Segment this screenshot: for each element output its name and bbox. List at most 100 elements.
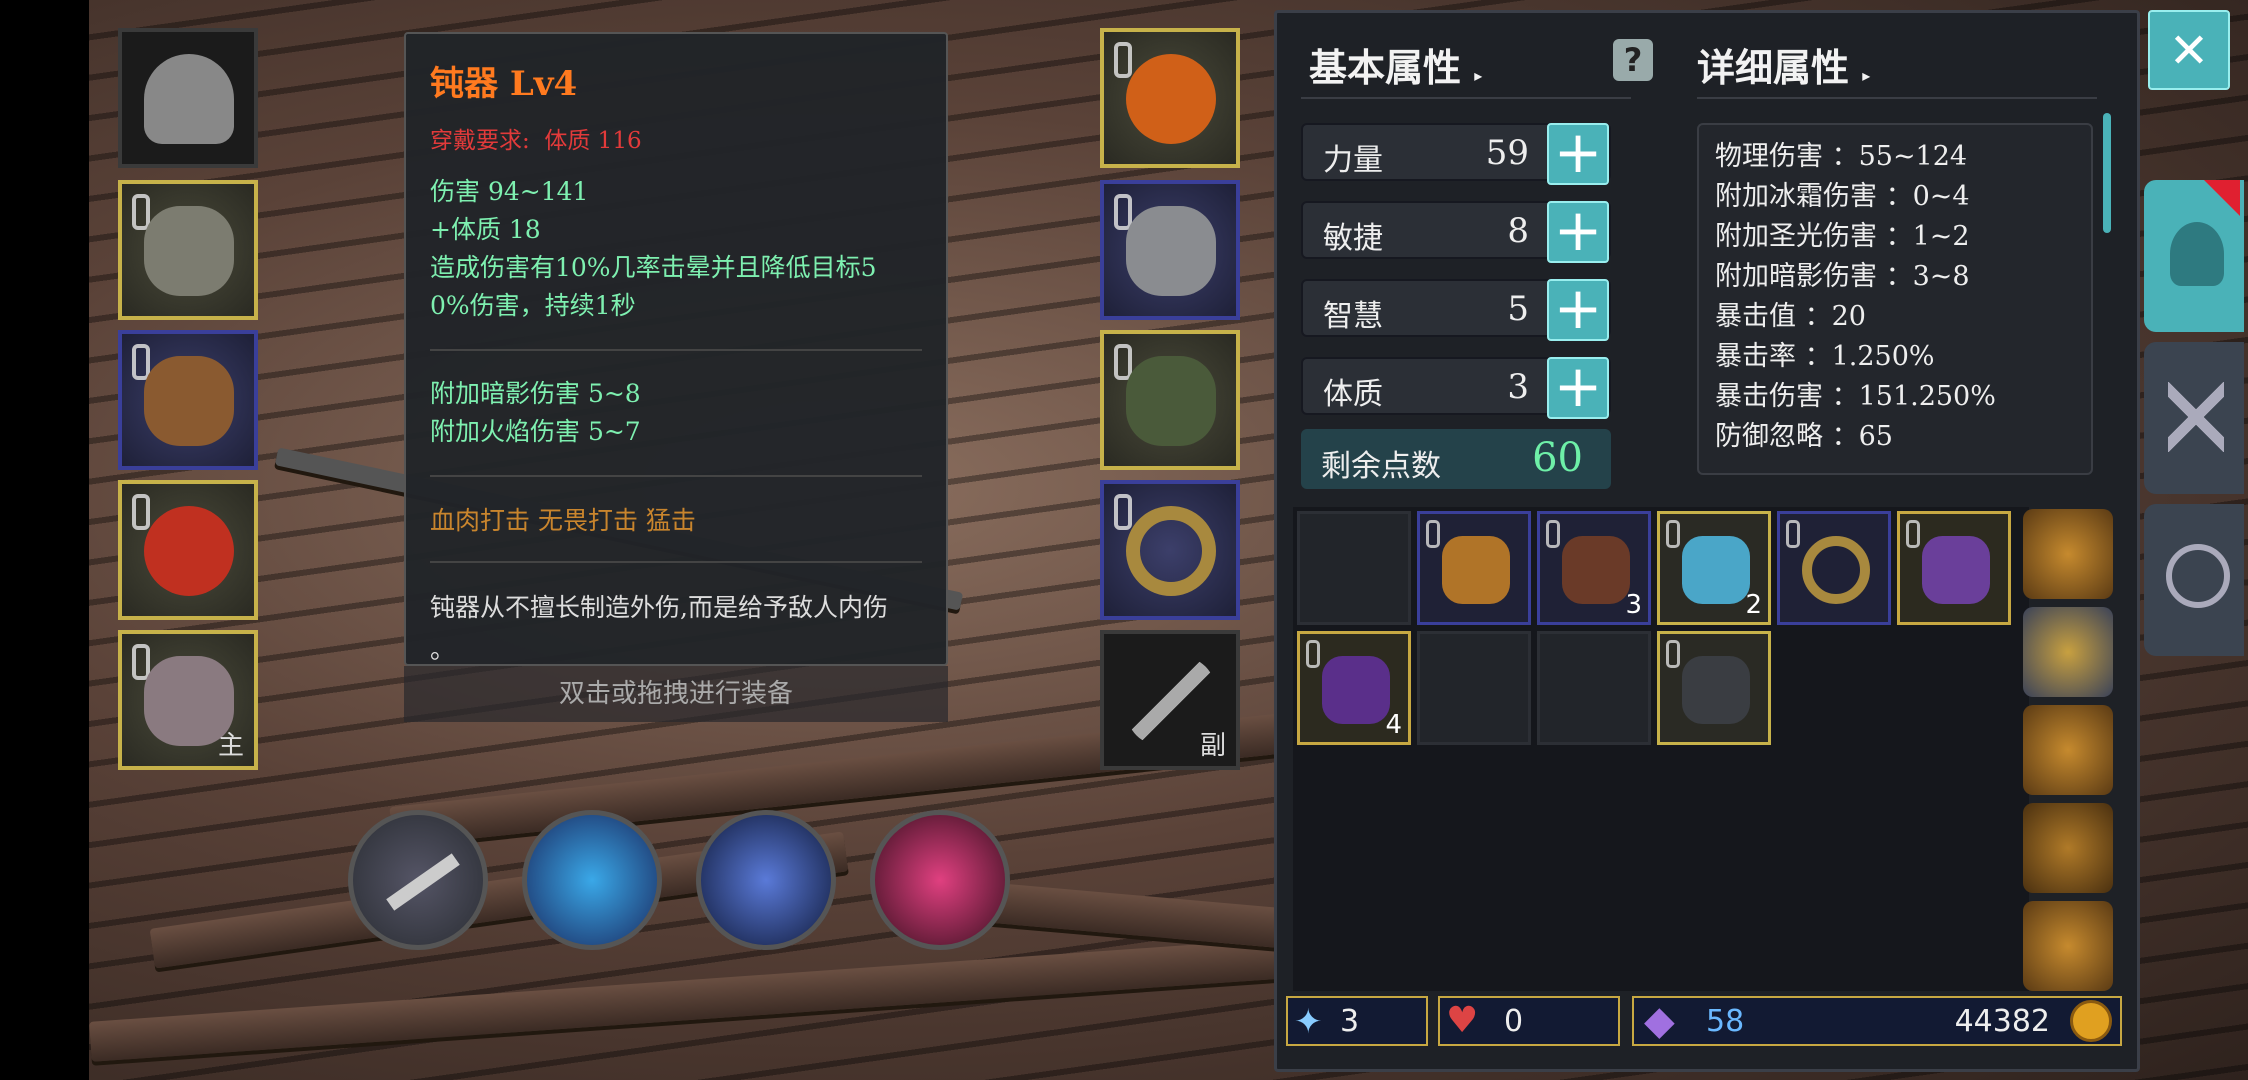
detail-scrollbar[interactable] bbox=[2103, 113, 2111, 233]
inventory-slot[interactable]: 4 bbox=[1297, 631, 1411, 745]
equip-slot-gauntlet[interactable] bbox=[1100, 180, 1240, 320]
inventory-slot[interactable] bbox=[1777, 511, 1891, 625]
bag-tab-2[interactable] bbox=[2023, 607, 2113, 697]
inventory-slot[interactable]: 3 bbox=[1537, 511, 1651, 625]
extra-shadow: 附加暗影伤害 5~8 bbox=[430, 379, 641, 408]
crossed-swords-icon bbox=[2168, 382, 2224, 452]
inventory-slot[interactable] bbox=[1297, 511, 1411, 625]
tab-settings[interactable] bbox=[2144, 504, 2244, 656]
add-constitution-button[interactable]: + bbox=[1547, 357, 1609, 419]
necklace-icon bbox=[1126, 54, 1216, 144]
wand-counter: ✦ 3 bbox=[1286, 996, 1428, 1046]
inventory-slot[interactable] bbox=[1417, 511, 1531, 625]
bag-tab-5[interactable] bbox=[2023, 901, 2113, 991]
stat-effect-cont: 0%伤害，持续1秒 bbox=[430, 291, 636, 320]
helmet-icon bbox=[2170, 222, 2224, 286]
main-hand-tag: 主 bbox=[217, 731, 244, 761]
boots-icon bbox=[1126, 356, 1216, 446]
item-title: 钝器 Lv4 bbox=[430, 64, 578, 104]
heart-counter: ♥ 0 bbox=[1438, 996, 1620, 1046]
backpack-icon bbox=[1442, 536, 1510, 604]
item-tooltip: 钝器 Lv4 穿戴要求: 体质 116 伤害 94~141 +体质 18 造成伤… bbox=[404, 32, 948, 666]
extra-fire: 附加火焰伤害 5~7 bbox=[430, 417, 641, 446]
inventory-grid: 3 2 4 bbox=[1293, 507, 2029, 991]
remaining-points: 剩余点数 60 bbox=[1301, 429, 1611, 489]
gem-icon: ◆ bbox=[1644, 998, 1675, 1044]
inventory-slot[interactable] bbox=[1537, 631, 1651, 745]
item-desc: 钝器从不擅长制造外伤,而是给予敌人内伤 bbox=[430, 593, 888, 622]
equip-slot-ring[interactable] bbox=[118, 480, 258, 620]
lock-icon bbox=[1114, 494, 1132, 530]
detail-stats-list[interactable]: 物理伤害 ：55~124 附加冰霜伤害 ：0~4 附加圣光伤害 ：1~2 附加暗… bbox=[1697, 123, 2093, 475]
sword-icon bbox=[386, 853, 460, 911]
lock-icon bbox=[1666, 640, 1680, 668]
equip-slot-boots[interactable] bbox=[1100, 330, 1240, 470]
stat-agility: 敏捷 8 + bbox=[1301, 201, 1611, 263]
bag-tab-3[interactable] bbox=[2023, 705, 2113, 795]
gem-gold-counter: ◆ 58 44382 bbox=[1632, 996, 2122, 1046]
inventory-slot[interactable] bbox=[1657, 631, 1771, 745]
stat-effect: 造成伤害有10%几率击晕并且降低目标5 bbox=[430, 253, 877, 282]
tab-skills[interactable] bbox=[2144, 342, 2244, 494]
item-desc-end: 。 bbox=[430, 635, 456, 664]
add-strength-button[interactable]: + bbox=[1547, 123, 1609, 185]
off-hand-tag: 副 bbox=[1199, 731, 1226, 761]
equip-slot-armor[interactable] bbox=[118, 180, 258, 320]
stat-damage: 伤害 94~141 bbox=[430, 177, 589, 206]
bag-tab-1[interactable] bbox=[2023, 509, 2113, 599]
equip-slot-belt[interactable] bbox=[118, 330, 258, 470]
gauntlet-icon bbox=[1126, 206, 1216, 296]
stat-bonus: +体质 18 bbox=[430, 215, 541, 244]
equip-slot-offhand[interactable]: 副 bbox=[1100, 630, 1240, 770]
equip-hint: 双击或拖拽进行装备 bbox=[404, 666, 948, 722]
lock-icon bbox=[1426, 520, 1440, 548]
feather-icon bbox=[1562, 536, 1630, 604]
lock-icon bbox=[1114, 42, 1132, 78]
scroll-icon bbox=[1682, 536, 1750, 604]
item-skills: 血肉打击 无畏打击 猛击 bbox=[430, 506, 696, 535]
lock-icon bbox=[1906, 520, 1920, 548]
skill-wave[interactable] bbox=[696, 810, 836, 950]
detail-line: 暴击伤害 ：151.250% bbox=[1715, 381, 1996, 412]
equip-slot-weapon[interactable]: 主 bbox=[118, 630, 258, 770]
equip-slot-bracelet[interactable] bbox=[1100, 480, 1240, 620]
tab-equipment[interactable] bbox=[2144, 180, 2244, 332]
attribute-panel: 基本属性 ▸ ? 详细属性 ▸ 力量 59 + 敏捷 8 + 智慧 5 + 体质… bbox=[1274, 10, 2140, 1072]
close-icon: ✕ bbox=[2168, 23, 2210, 79]
skill-slash[interactable] bbox=[348, 810, 488, 950]
inventory-slot[interactable]: 2 bbox=[1657, 511, 1771, 625]
ring-icon bbox=[1802, 536, 1870, 604]
detail-line: 附加冰霜伤害 ：0~4 bbox=[1715, 181, 1970, 212]
add-wisdom-button[interactable]: + bbox=[1547, 279, 1609, 341]
lock-icon bbox=[1666, 520, 1680, 548]
detail-attr-title: 详细属性 ▸ bbox=[1697, 45, 1871, 90]
stat-wisdom: 智慧 5 + bbox=[1301, 279, 1611, 341]
detail-line: 暴击值 ：20 bbox=[1715, 301, 1866, 332]
inventory-slot[interactable] bbox=[1417, 631, 1531, 745]
basic-attr-title: 基本属性 ▸ bbox=[1309, 45, 1483, 90]
detail-line: 防御忽略 ：65 bbox=[1715, 421, 1893, 452]
target-icon bbox=[2166, 544, 2230, 608]
lock-icon bbox=[1546, 520, 1560, 548]
equip-slot-helmet[interactable] bbox=[118, 28, 258, 168]
stat-constitution: 体质 3 + bbox=[1301, 357, 1611, 419]
dagger-icon bbox=[1922, 536, 1990, 604]
add-agility-button[interactable]: + bbox=[1547, 201, 1609, 263]
skill-burst[interactable] bbox=[870, 810, 1010, 950]
armor-icon bbox=[144, 206, 234, 296]
notification-badge bbox=[2204, 180, 2240, 216]
skill-whirl[interactable] bbox=[522, 810, 662, 950]
rune-icon bbox=[1322, 656, 1390, 724]
bag-tab-4[interactable] bbox=[2023, 803, 2113, 893]
gold-coin-icon bbox=[2070, 1000, 2112, 1042]
ring-icon bbox=[144, 506, 234, 596]
lock-icon bbox=[1306, 640, 1320, 668]
help-icon[interactable]: ? bbox=[1613, 39, 1653, 81]
inventory-slot[interactable] bbox=[1897, 511, 2011, 625]
belt-icon bbox=[144, 356, 234, 446]
close-button[interactable]: ✕ bbox=[2148, 10, 2230, 90]
glove-icon bbox=[1682, 656, 1750, 724]
equip-slot-necklace[interactable] bbox=[1100, 28, 1240, 168]
wand-icon: ✦ bbox=[1294, 1002, 1323, 1042]
bracelet-icon bbox=[1126, 506, 1216, 596]
